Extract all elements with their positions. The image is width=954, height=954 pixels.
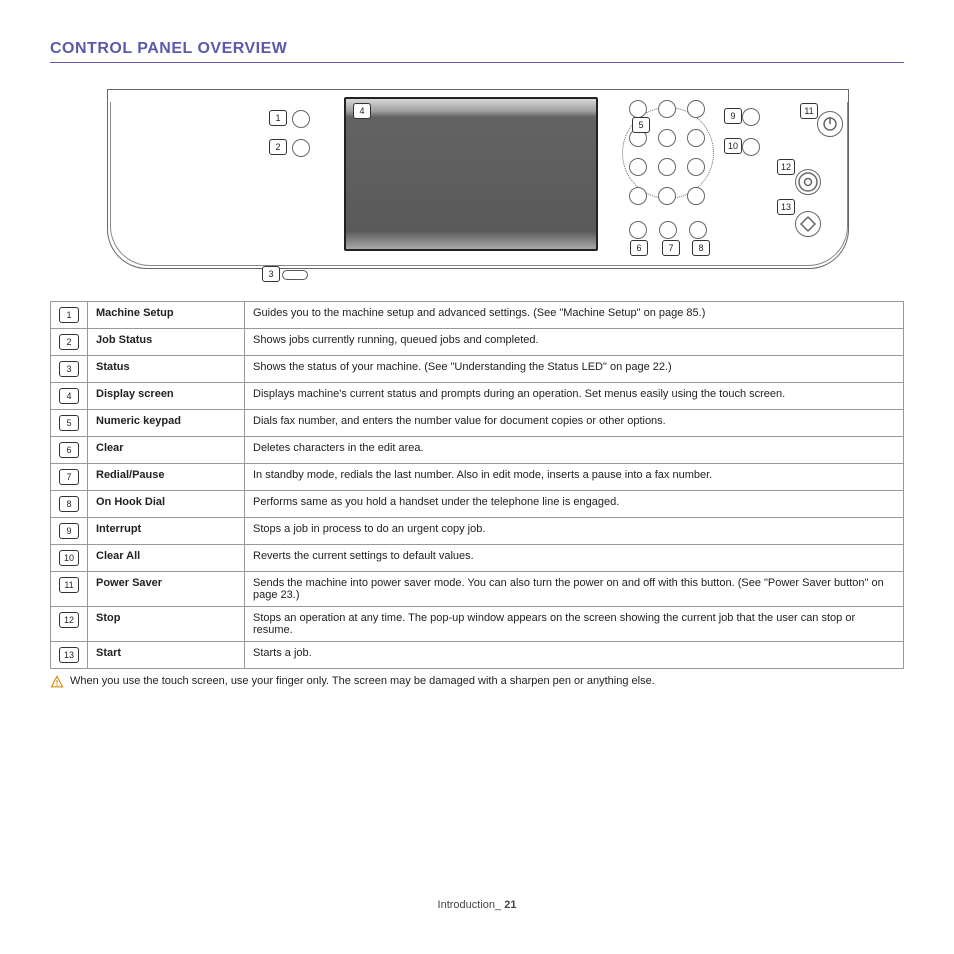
row-desc: Shows the status of your machine. (See "… (245, 356, 904, 383)
parts-table: 1 Machine SetupGuides you to the machine … (50, 301, 904, 669)
caution-note: When you use the touch screen, use your … (50, 675, 904, 689)
keypad-button (658, 129, 676, 147)
row-desc: Performs same as you hold a handset unde… (245, 491, 904, 518)
row-desc: Reverts the current settings to default … (245, 545, 904, 572)
callout-8: 8 (692, 240, 710, 256)
table-row: 12 StopStops an operation at any time. Th… (51, 607, 904, 642)
row-number: 1 (59, 307, 79, 323)
keypad-button (687, 158, 705, 176)
callout-2: 2 (269, 139, 287, 155)
caution-text: When you use the touch screen, use your … (70, 675, 655, 687)
callout-4: 4 (353, 103, 371, 119)
row-number: 7 (59, 469, 79, 485)
row-desc: Stops a job in process to do an urgent c… (245, 518, 904, 545)
table-row: 2 Job StatusShows jobs currently running,… (51, 329, 904, 356)
callout-13: 13 (777, 199, 795, 215)
keypad-button (629, 158, 647, 176)
keypad-button (658, 187, 676, 205)
stop-button (795, 169, 821, 195)
table-row: 5 Numeric keypadDials fax number, and ent… (51, 410, 904, 437)
table-row: 8 On Hook DialPerforms same as you hold a… (51, 491, 904, 518)
callout-10: 10 (724, 138, 742, 154)
row-name: Clear (88, 437, 245, 464)
keypad-button (687, 100, 705, 118)
row-desc: In standby mode, redials the last number… (245, 464, 904, 491)
row-name: Status (88, 356, 245, 383)
table-row: 3 StatusShows the status of your machine.… (51, 356, 904, 383)
keypad-button (687, 129, 705, 147)
row-desc: Dials fax number, and enters the number … (245, 410, 904, 437)
row-number: 4 (59, 388, 79, 404)
row-number: 6 (59, 442, 79, 458)
row-name: On Hook Dial (88, 491, 245, 518)
row-number: 8 (59, 496, 79, 512)
row-number: 9 (59, 523, 79, 539)
table-row: 10 Clear AllReverts the current settings … (51, 545, 904, 572)
on-hook-dial-button (689, 221, 707, 239)
row-number: 11 (59, 577, 79, 593)
control-panel-diagram: 1 2 3 4 5 6 7 8 9 10 11 12 13 (97, 81, 857, 281)
callout-5: 5 (632, 117, 650, 133)
callout-9: 9 (724, 108, 742, 124)
keypad-button (658, 100, 676, 118)
table-row: 11 Power SaverSends the machine into powe… (51, 572, 904, 607)
row-name: Power Saver (88, 572, 245, 607)
row-desc: Deletes characters in the edit area. (245, 437, 904, 464)
callout-11: 11 (800, 103, 818, 119)
row-number: 5 (59, 415, 79, 431)
keypad-button (687, 187, 705, 205)
row-desc: Shows jobs currently running, queued job… (245, 329, 904, 356)
table-row: 6 ClearDeletes characters in the edit are… (51, 437, 904, 464)
row-name: Redial/Pause (88, 464, 245, 491)
status-led (282, 270, 308, 280)
callout-7: 7 (662, 240, 680, 256)
callout-12: 12 (777, 159, 795, 175)
row-name: Numeric keypad (88, 410, 245, 437)
callout-6: 6 (630, 240, 648, 256)
table-row: 9 InterruptStops a job in process to do a… (51, 518, 904, 545)
row-number: 12 (59, 612, 79, 628)
redial-pause-button (659, 221, 677, 239)
row-name: Job Status (88, 329, 245, 356)
row-desc: Displays machine's current status and pr… (245, 383, 904, 410)
machine-setup-button (292, 110, 310, 128)
row-name: Stop (88, 607, 245, 642)
row-name: Machine Setup (88, 302, 245, 329)
row-name: Start (88, 642, 245, 669)
row-name: Clear All (88, 545, 245, 572)
clear-button (629, 221, 647, 239)
clear-all-button (742, 138, 760, 156)
table-row: 7 Redial/PauseIn standby mode, redials th… (51, 464, 904, 491)
callout-3: 3 (262, 266, 280, 282)
row-number: 10 (59, 550, 79, 566)
start-button (795, 211, 821, 237)
keypad-button (629, 187, 647, 205)
interrupt-button (742, 108, 760, 126)
row-number: 2 (59, 334, 79, 350)
table-row: 1 Machine SetupGuides you to the machine … (51, 302, 904, 329)
keypad-button (658, 158, 676, 176)
section-title: CONTROL PANEL OVERVIEW (50, 40, 904, 63)
row-desc: Starts a job. (245, 642, 904, 669)
row-number: 13 (59, 647, 79, 663)
row-name: Interrupt (88, 518, 245, 545)
row-desc: Sends the machine into power saver mode.… (245, 572, 904, 607)
page-footer: Introduction_ 21 (50, 899, 904, 911)
job-status-button (292, 139, 310, 157)
row-name: Display screen (88, 383, 245, 410)
display-screen (344, 97, 598, 251)
power-saver-button (817, 111, 843, 137)
table-row: 4 Display screenDisplays machine's curren… (51, 383, 904, 410)
row-number: 3 (59, 361, 79, 377)
caution-icon (50, 675, 64, 689)
table-row: 13 StartStarts a job. (51, 642, 904, 669)
row-desc: Stops an operation at any time. The pop-… (245, 607, 904, 642)
keypad-button (629, 100, 647, 118)
row-desc: Guides you to the machine setup and adva… (245, 302, 904, 329)
callout-1: 1 (269, 110, 287, 126)
